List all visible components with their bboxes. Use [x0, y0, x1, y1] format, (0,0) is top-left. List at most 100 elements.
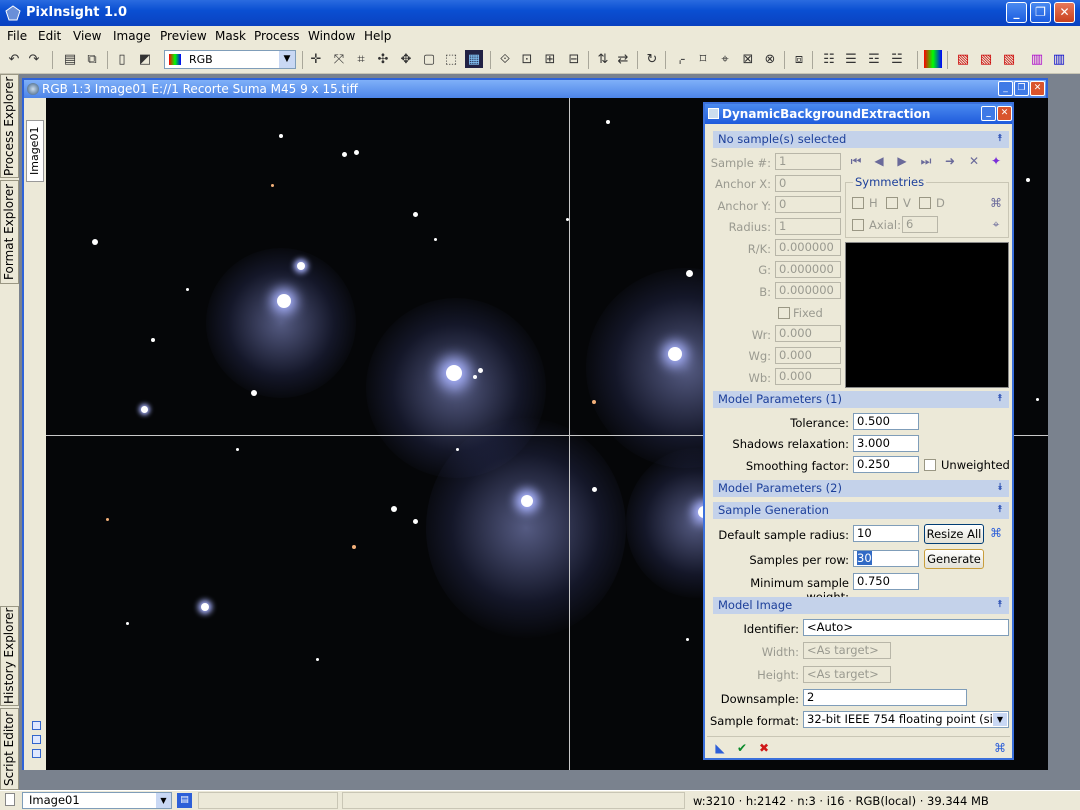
- section-sample-generation[interactable]: Sample Generation ⯭: [713, 502, 1009, 519]
- menu-mask[interactable]: Mask: [215, 29, 246, 43]
- prev-sample-icon[interactable]: ◀: [872, 154, 886, 168]
- rk-field[interactable]: 0.000000: [775, 239, 841, 256]
- mask-toggle-icon[interactable]: ◩: [136, 50, 154, 68]
- integer-resample-icon[interactable]: ⌖: [716, 50, 734, 68]
- crosshair-icon[interactable]: ✛: [307, 50, 325, 68]
- menu-edit[interactable]: Edit: [38, 29, 61, 43]
- tab-script-editor[interactable]: Script Editor: [0, 708, 19, 790]
- image-restore-icon[interactable]: ❐: [1014, 81, 1029, 96]
- unweighted-checkbox[interactable]: [924, 459, 936, 471]
- layers-icon[interactable]: ⧈: [790, 50, 808, 68]
- readout-icon[interactable]: ⬚: [442, 50, 460, 68]
- tab-process-explorer[interactable]: Process Explorer: [0, 74, 19, 178]
- g-field[interactable]: 0.000000: [775, 261, 841, 278]
- menu-image[interactable]: Image: [113, 29, 151, 43]
- green-channel-icon[interactable]: ▧: [977, 50, 995, 68]
- iconify-icon[interactable]: ☱: [888, 50, 906, 68]
- axial-field[interactable]: 6: [902, 216, 938, 233]
- stf-icon[interactable]: [32, 749, 41, 758]
- preview-delete-icon[interactable]: ⊟: [565, 50, 583, 68]
- palette-icon[interactable]: ▦: [465, 50, 483, 68]
- collapse-icon[interactable]: ⯭: [997, 391, 1003, 407]
- view-select[interactable]: Image01 ▼: [22, 792, 172, 809]
- zoom-in-icon[interactable]: ✣: [374, 50, 392, 68]
- minimize-icon[interactable]: _: [1006, 2, 1027, 23]
- menu-window[interactable]: Window: [308, 29, 355, 43]
- flip-icon[interactable]: ⇅: [594, 50, 612, 68]
- canvas-icon[interactable]: ⊠: [739, 50, 757, 68]
- anchor-y-field[interactable]: 0: [775, 196, 841, 213]
- menu-view[interactable]: View: [73, 29, 101, 43]
- samples-per-row-field[interactable]: 30: [853, 550, 919, 567]
- view-properties-icon[interactable]: ▤: [177, 793, 192, 808]
- next-sample-icon[interactable]: ▶: [895, 154, 909, 168]
- remove-icon[interactable]: ⊗: [761, 50, 779, 68]
- generate-button[interactable]: Generate: [924, 549, 984, 569]
- undo-icon[interactable]: ↶: [5, 50, 23, 68]
- wb-field[interactable]: 0.000: [775, 368, 841, 385]
- zoom-1-icon[interactable]: ⌗: [352, 50, 370, 68]
- d-checkbox[interactable]: [919, 197, 931, 209]
- target-sample-icon[interactable]: ✦: [989, 154, 1003, 168]
- tolerance-field[interactable]: 0.500: [853, 413, 919, 430]
- apply-icon[interactable]: ✔: [735, 741, 749, 755]
- luminance-icon[interactable]: ▥: [1028, 50, 1046, 68]
- preview-new-icon[interactable]: ⟐: [496, 50, 514, 68]
- delete-sample-icon[interactable]: ✕: [967, 154, 981, 168]
- pan-icon[interactable]: ✥: [397, 50, 415, 68]
- collapse-icon[interactable]: ⯭: [997, 502, 1003, 518]
- statistics-icon[interactable]: ▤: [61, 50, 79, 68]
- wr-field[interactable]: 0.000: [775, 325, 841, 342]
- dbe-minimize-icon[interactable]: _: [981, 106, 996, 121]
- reset-icon[interactable]: ⌘: [993, 741, 1007, 755]
- chrominance-icon[interactable]: ▥: [1050, 50, 1068, 68]
- v-checkbox[interactable]: [886, 197, 898, 209]
- resize-target-icon[interactable]: ⌘: [989, 526, 1003, 540]
- tab-history-explorer[interactable]: History Explorer: [0, 606, 19, 706]
- rgb-channels-icon[interactable]: [924, 50, 942, 68]
- menu-process[interactable]: Process: [254, 29, 300, 43]
- identifier-field[interactable]: <Auto>: [803, 619, 1009, 636]
- collapse-icon[interactable]: ⯭: [997, 597, 1003, 613]
- redo-icon[interactable]: ↷: [25, 50, 43, 68]
- image-close-icon[interactable]: ✕: [1030, 81, 1045, 96]
- resample-icon[interactable]: ⌑: [694, 50, 712, 68]
- channel-mode-select[interactable]: RGB ▼: [164, 50, 296, 69]
- fixed-checkbox[interactable]: [778, 307, 790, 319]
- preview-edit-icon[interactable]: ⊡: [518, 50, 536, 68]
- sample-format-select[interactable]: 32-bit IEEE 754 floating point (singl: [803, 711, 1009, 728]
- tab-format-explorer[interactable]: Format Explorer: [0, 180, 19, 284]
- crop-icon[interactable]: ⌌: [671, 50, 689, 68]
- downsample-field[interactable]: 2: [803, 689, 967, 706]
- section-model-params-2[interactable]: Model Parameters (2) ⯯: [713, 480, 1009, 497]
- smoothing-factor-field[interactable]: 0.250: [853, 456, 919, 473]
- mirror-icon[interactable]: ⇄: [614, 50, 632, 68]
- icons-icon[interactable]: ☲: [865, 50, 883, 68]
- page-icon[interactable]: ▢: [420, 50, 438, 68]
- default-radius-field[interactable]: 10: [853, 525, 919, 542]
- section-model-image[interactable]: Model Image ⯭: [713, 597, 1009, 614]
- collapse-icon[interactable]: ⯭: [997, 131, 1003, 147]
- zoom-fit-icon[interactable]: ⤧: [330, 50, 348, 68]
- menu-preview[interactable]: Preview: [160, 29, 207, 43]
- height-field[interactable]: <As target>: [803, 666, 891, 683]
- symmetry-center-icon[interactable]: ⌘: [989, 196, 1003, 210]
- resize-all-button[interactable]: Resize All: [924, 524, 984, 544]
- cascade-icon[interactable]: ☰: [842, 50, 860, 68]
- first-sample-icon[interactable]: ⏮: [849, 154, 863, 169]
- red-channel-icon[interactable]: ▧: [954, 50, 972, 68]
- b-field[interactable]: 0.000000: [775, 282, 841, 299]
- h-checkbox[interactable]: [852, 197, 864, 209]
- goto-sample-icon[interactable]: ➜: [943, 154, 957, 168]
- cancel-icon[interactable]: ✖: [757, 741, 771, 755]
- width-field[interactable]: <As target>: [803, 642, 891, 659]
- sample-num-field[interactable]: 1: [775, 153, 841, 170]
- section-model-params-1[interactable]: Model Parameters (1) ⯭: [713, 391, 1009, 408]
- dbe-close-icon[interactable]: ✕: [997, 106, 1012, 121]
- tile-icon[interactable]: ☷: [820, 50, 838, 68]
- last-sample-icon[interactable]: ⏭: [919, 154, 933, 169]
- axial-checkbox[interactable]: [852, 219, 864, 231]
- preview-zoom-icon[interactable]: ⊞: [541, 50, 559, 68]
- mask-visible-icon[interactable]: [32, 721, 41, 730]
- radius-field[interactable]: 1: [775, 218, 841, 235]
